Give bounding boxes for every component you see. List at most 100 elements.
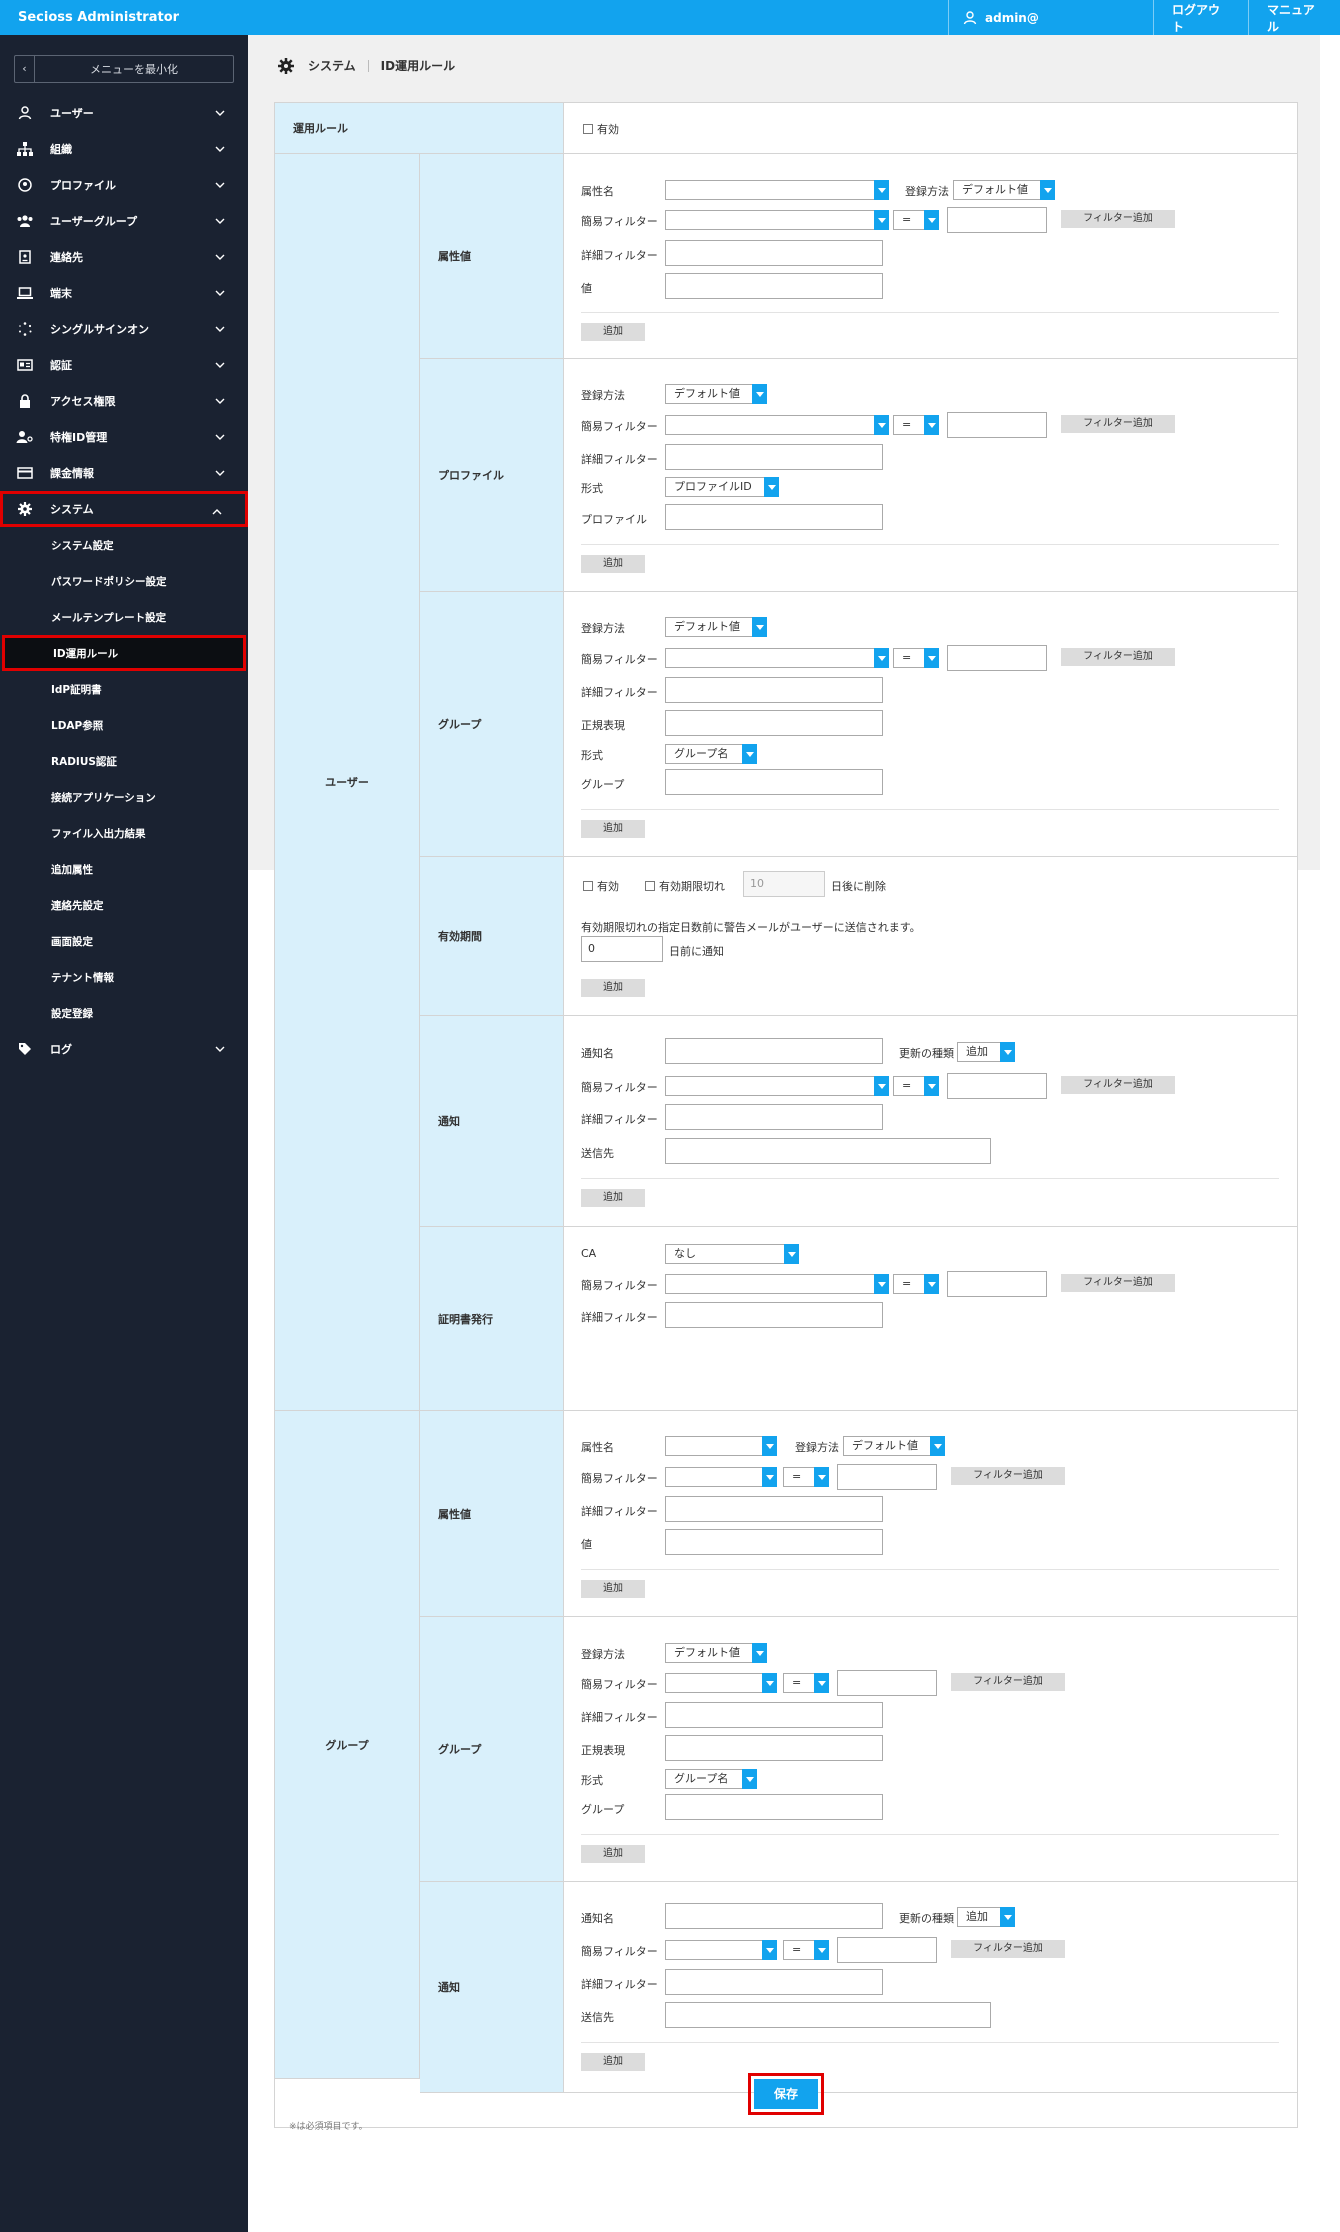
filter-value-input[interactable]: [947, 1271, 1047, 1297]
detail-filter-input[interactable]: [665, 1104, 883, 1130]
sidebar-item-sso[interactable]: シングルサインオン: [0, 311, 248, 347]
add-button[interactable]: 追加: [581, 323, 645, 341]
notify-days-input[interactable]: 0: [581, 936, 663, 962]
filter-value-input[interactable]: [837, 1937, 937, 1963]
sub-item-apps[interactable]: 接続アプリケーション: [0, 779, 248, 815]
operator-select[interactable]: =: [893, 1076, 939, 1096]
filter-value-input[interactable]: [837, 1464, 937, 1490]
sidebar-item-devices[interactable]: 端末: [0, 275, 248, 311]
simple-filter-select[interactable]: [665, 415, 889, 435]
detail-filter-input[interactable]: [665, 240, 883, 266]
operator-select[interactable]: =: [893, 648, 939, 668]
add-filter-button[interactable]: フィルター追加: [1061, 210, 1175, 228]
simple-filter-select[interactable]: [665, 1274, 889, 1294]
attr-name-select[interactable]: [665, 180, 889, 200]
sidebar-item-user-groups[interactable]: ユーザーグループ: [0, 203, 248, 239]
send-to-input[interactable]: [665, 1138, 991, 1164]
sidebar-item-billing[interactable]: 課金情報: [0, 455, 248, 491]
add-filter-button[interactable]: フィルター追加: [951, 1940, 1065, 1958]
operator-select[interactable]: =: [783, 1940, 829, 1960]
sidebar-item-privileged-id[interactable]: 特権ID管理: [0, 419, 248, 455]
simple-filter-select[interactable]: [665, 648, 889, 668]
format-select[interactable]: プロファイルID: [665, 477, 779, 497]
add-filter-button[interactable]: フィルター追加: [1061, 648, 1175, 666]
add-button[interactable]: 追加: [581, 1845, 645, 1863]
reg-method-select[interactable]: デフォルト値: [665, 617, 767, 637]
reg-method-select[interactable]: デフォルト値: [953, 180, 1055, 200]
user-menu[interactable]: admin@: [948, 0, 1153, 35]
sub-item-extra-attr[interactable]: 追加属性: [0, 851, 248, 887]
rule-enabled-checkbox[interactable]: 有効: [583, 121, 619, 137]
notify-name-input[interactable]: [665, 1038, 883, 1064]
reg-method-select[interactable]: デフォルト値: [843, 1436, 945, 1456]
manual-link[interactable]: マニュアル: [1248, 0, 1340, 35]
add-button[interactable]: 追加: [581, 1189, 645, 1207]
sub-item-system-settings[interactable]: システム設定: [0, 527, 248, 563]
save-button[interactable]: 保存: [754, 2079, 818, 2109]
expired-checkbox[interactable]: 有効期限切れ: [645, 878, 725, 894]
add-button[interactable]: 追加: [581, 2053, 645, 2071]
sidebar-item-log[interactable]: ログ: [0, 1031, 248, 1067]
sub-item-password-policy[interactable]: パスワードポリシー設定: [0, 563, 248, 599]
add-filter-button[interactable]: フィルター追加: [1061, 415, 1175, 433]
operator-select[interactable]: =: [893, 1274, 939, 1294]
operator-select[interactable]: =: [893, 210, 939, 230]
simple-filter-select[interactable]: [665, 1467, 777, 1487]
add-button[interactable]: 追加: [581, 820, 645, 838]
breadcrumb-section[interactable]: システム: [308, 57, 356, 74]
expiry-enabled-checkbox[interactable]: 有効: [583, 878, 619, 894]
sub-item-radius[interactable]: RADIUS認証: [0, 743, 248, 779]
sidebar-item-access[interactable]: アクセス権限: [0, 383, 248, 419]
simple-filter-select[interactable]: [665, 1940, 777, 1960]
sub-item-config-register[interactable]: 設定登録: [0, 995, 248, 1031]
sub-item-idp-cert[interactable]: IdP証明書: [0, 671, 248, 707]
sub-item-screen[interactable]: 画面設定: [0, 923, 248, 959]
simple-filter-select[interactable]: [665, 1076, 889, 1096]
group-input[interactable]: [665, 1794, 883, 1820]
operator-select[interactable]: =: [783, 1673, 829, 1693]
sub-item-file-io[interactable]: ファイル入出力結果: [0, 815, 248, 851]
profile-input[interactable]: [665, 504, 883, 530]
detail-filter-input[interactable]: [665, 1496, 883, 1522]
sub-item-mail-template[interactable]: メールテンプレート設定: [0, 599, 248, 635]
detail-filter-input[interactable]: [665, 1302, 883, 1328]
detail-filter-input[interactable]: [665, 677, 883, 703]
add-filter-button[interactable]: フィルター追加: [1061, 1076, 1175, 1094]
sidebar-item-org[interactable]: 組織: [0, 131, 248, 167]
add-button[interactable]: 追加: [581, 979, 645, 997]
update-type-select[interactable]: 追加: [957, 1907, 1015, 1927]
filter-value-input[interactable]: [947, 1073, 1047, 1099]
collapse-menu-button[interactable]: ‹ メニューを最小化: [14, 55, 234, 83]
sub-item-contact-settings[interactable]: 連絡先設定: [0, 887, 248, 923]
filter-value-input[interactable]: [947, 645, 1047, 671]
add-filter-button[interactable]: フィルター追加: [951, 1673, 1065, 1691]
filter-value-input[interactable]: [947, 412, 1047, 438]
simple-filter-select[interactable]: [665, 1673, 777, 1693]
add-filter-button[interactable]: フィルター追加: [1061, 1274, 1175, 1292]
operator-select[interactable]: =: [783, 1467, 829, 1487]
detail-filter-input[interactable]: [665, 1702, 883, 1728]
add-button[interactable]: 追加: [581, 555, 645, 573]
detail-filter-input[interactable]: [665, 1969, 883, 1995]
notify-name-input[interactable]: [665, 1903, 883, 1929]
format-select[interactable]: グループ名: [665, 1769, 757, 1789]
add-button[interactable]: 追加: [581, 1580, 645, 1598]
reg-method-select[interactable]: デフォルト値: [665, 384, 767, 404]
update-type-select[interactable]: 追加: [957, 1042, 1015, 1062]
value-input[interactable]: [665, 273, 883, 299]
sidebar-item-contacts[interactable]: 連絡先: [0, 239, 248, 275]
attr-name-select[interactable]: [665, 1436, 777, 1456]
detail-filter-input[interactable]: [665, 444, 883, 470]
group-input[interactable]: [665, 769, 883, 795]
send-to-input[interactable]: [665, 2002, 991, 2028]
sub-item-ldap[interactable]: LDAP参照: [0, 707, 248, 743]
filter-value-input[interactable]: [947, 207, 1047, 233]
filter-value-input[interactable]: [837, 1670, 937, 1696]
sidebar-item-profile[interactable]: プロファイル: [0, 167, 248, 203]
expire-days-input[interactable]: 10: [743, 871, 825, 897]
ca-select[interactable]: なし: [665, 1244, 799, 1264]
sidebar-item-system[interactable]: システム: [0, 491, 248, 527]
value-input[interactable]: [665, 1529, 883, 1555]
sub-item-id-rules[interactable]: ID運用ルール: [2, 635, 246, 671]
regex-input[interactable]: [665, 710, 883, 736]
